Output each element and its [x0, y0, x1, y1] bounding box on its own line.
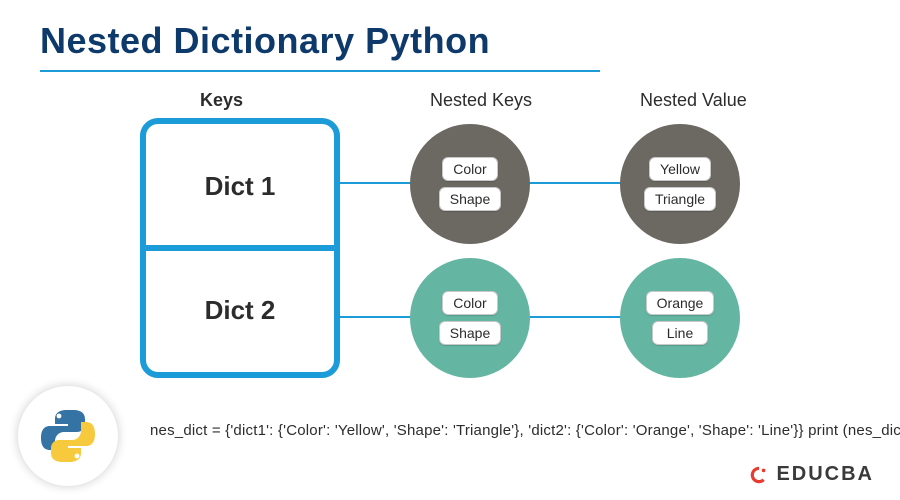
chip-color: Color	[442, 157, 498, 181]
nested-values-dict2: Orange Line	[620, 258, 740, 378]
chip-shape: Shape	[439, 187, 501, 211]
chip-triangle: Triangle	[644, 187, 716, 211]
chip-yellow: Yellow	[649, 157, 711, 181]
chip-orange: Orange	[646, 291, 715, 315]
connector-line	[522, 182, 628, 184]
python-logo-badge	[18, 386, 118, 486]
connector-line	[340, 316, 418, 318]
connector-line	[522, 316, 628, 318]
nested-keys-dict1: Color Shape	[410, 124, 530, 244]
chip-color: Color	[442, 291, 498, 315]
chip-shape: Shape	[439, 321, 501, 345]
dict1-cell: Dict 1	[146, 124, 334, 248]
educba-mark-icon	[748, 464, 770, 486]
nested-keys-column-label: Nested Keys	[430, 90, 532, 111]
nested-value-column-label: Nested Value	[640, 90, 747, 111]
brand-text: EDUCBA	[776, 463, 874, 486]
connector-line	[340, 182, 418, 184]
diagram-canvas: Keys Nested Keys Nested Value Dict 1 Dic…	[140, 90, 900, 410]
page-title: Nested Dictionary Python	[0, 0, 900, 70]
python-logo-icon	[36, 404, 100, 468]
brand-logo: EDUCBA	[748, 463, 874, 486]
code-snippet: nes_dict = {'dict1': {'Color': 'Yellow',…	[150, 422, 840, 439]
title-underline	[40, 70, 600, 72]
chip-line: Line	[652, 321, 708, 345]
keys-column-label: Keys	[200, 90, 243, 111]
dict2-cell: Dict 2	[146, 248, 334, 372]
nested-values-dict1: Yellow Triangle	[620, 124, 740, 244]
keys-container: Dict 1 Dict 2	[140, 118, 340, 378]
nested-keys-dict2: Color Shape	[410, 258, 530, 378]
